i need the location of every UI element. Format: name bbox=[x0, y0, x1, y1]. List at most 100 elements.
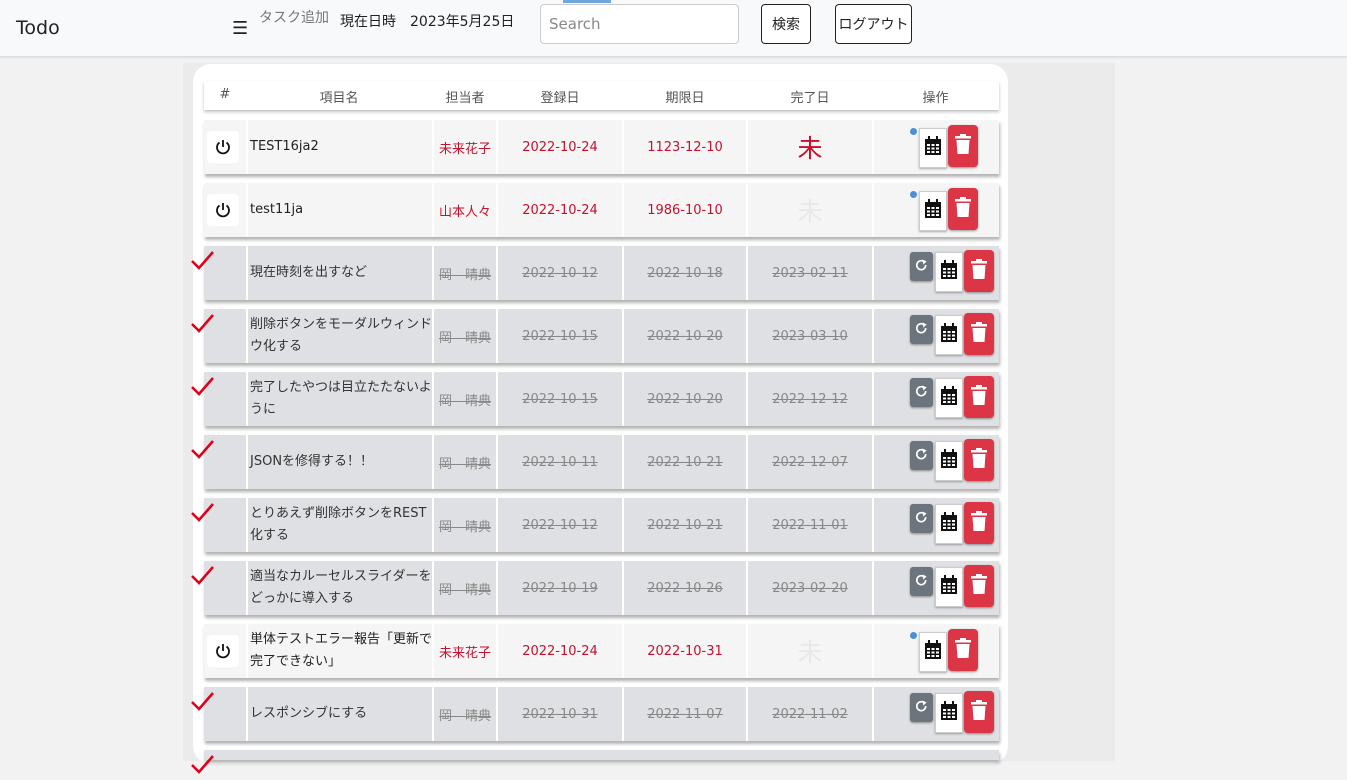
task-name[interactable]: 削除ボタンをモーダルウィンドウ化する bbox=[250, 309, 432, 363]
task-name[interactable]: 現在時刻を出すなど bbox=[250, 246, 432, 300]
calendar-button[interactable] bbox=[919, 632, 947, 672]
column-divider bbox=[246, 561, 248, 615]
column-divider bbox=[246, 120, 248, 174]
calendar-button[interactable] bbox=[935, 441, 963, 481]
calendar-icon bbox=[924, 136, 942, 160]
power-icon[interactable] bbox=[207, 194, 239, 226]
column-divider bbox=[872, 687, 874, 741]
task-name[interactable]: TEST16ja2 bbox=[250, 120, 432, 174]
calendar-button[interactable] bbox=[919, 191, 947, 231]
column-divider bbox=[246, 435, 248, 489]
delete-button[interactable] bbox=[964, 565, 994, 607]
table-row: 完了したやつは目立たたないように岡 晴典 2022-10-15 2022-10-20… bbox=[191, 372, 999, 426]
task-due-date: 2022-10-20 bbox=[647, 328, 723, 344]
table-header: # 項目名 担当者 登録日 期限日 完了日 操作 bbox=[204, 81, 999, 110]
task-registered-date: 2022-10-12 bbox=[522, 265, 598, 281]
delete-button[interactable] bbox=[948, 188, 978, 230]
checkmark-icon bbox=[190, 565, 216, 591]
task-name[interactable]: 適当なカルーセルスライダーをどっかに導入する bbox=[250, 561, 432, 615]
delete-button[interactable] bbox=[948, 629, 978, 671]
table-row: JSONを修得する！！ 岡 晴典 2022-10-11 2022-10-21 2022-… bbox=[191, 435, 999, 489]
trash-icon bbox=[955, 638, 971, 662]
table-row: 削除ボタンをモーダルウィンドウ化する岡 晴典 2022-10-15 2022-10-… bbox=[191, 309, 999, 363]
task-name[interactable]: test11ja bbox=[250, 183, 432, 237]
checkmark-icon bbox=[190, 439, 216, 465]
calendar-button[interactable] bbox=[919, 128, 947, 168]
calendar-button[interactable] bbox=[935, 378, 963, 418]
checkmark-icon bbox=[190, 502, 216, 528]
calendar-button[interactable] bbox=[935, 567, 963, 607]
task-completed-date: 2023-02-20 bbox=[772, 580, 848, 596]
task-completed-cell: 未 bbox=[748, 183, 872, 237]
column-divider bbox=[246, 624, 248, 678]
redo-button[interactable] bbox=[910, 693, 933, 722]
calendar-button[interactable] bbox=[935, 504, 963, 544]
task-completed-date: 2022-12-07 bbox=[772, 454, 848, 470]
column-divider bbox=[246, 372, 248, 426]
header-assignee: 担当者 bbox=[445, 91, 485, 106]
add-task-link[interactable]: タスク追加 bbox=[259, 7, 329, 27]
status-dot bbox=[910, 128, 917, 135]
task-completed-date: 2023-02-11 bbox=[772, 265, 848, 281]
table-row: test11ja 山本人々 2022-10-24 1986-10-10 未 bbox=[204, 183, 999, 237]
trash-icon bbox=[971, 448, 987, 472]
task-name[interactable]: とりあえず削除ボタンをREST化する bbox=[250, 498, 432, 552]
calendar-button[interactable] bbox=[935, 315, 963, 355]
logout-button[interactable]: ログアウト bbox=[835, 4, 912, 44]
redo-button[interactable] bbox=[910, 378, 933, 407]
delete-button[interactable] bbox=[964, 691, 994, 733]
header-due: 期限日 bbox=[665, 91, 705, 106]
task-due-date: 2022-10-31 bbox=[647, 643, 723, 659]
calendar-button[interactable] bbox=[935, 693, 963, 733]
task-name[interactable]: JSONを修得する！！ bbox=[250, 435, 432, 489]
task-registered-date: 2022-10-15 bbox=[522, 391, 598, 407]
delete-button[interactable] bbox=[964, 439, 994, 481]
delete-button[interactable] bbox=[948, 125, 978, 167]
task-assignee: 未来花子 bbox=[438, 141, 491, 157]
column-divider bbox=[872, 246, 874, 300]
calendar-icon bbox=[924, 199, 942, 223]
power-icon[interactable] bbox=[207, 635, 239, 667]
redo-button[interactable] bbox=[910, 252, 933, 281]
task-due-date: 2022-10-20 bbox=[647, 391, 723, 407]
redo-button[interactable] bbox=[910, 504, 933, 533]
redo-icon bbox=[915, 698, 928, 717]
task-name[interactable]: 完了したやつは目立たたないように bbox=[250, 372, 432, 426]
task-assignee: 岡 晴典 bbox=[438, 582, 491, 598]
trash-icon bbox=[971, 511, 987, 535]
task-name[interactable]: 単体テストエラー報告「更新で完了できない」 bbox=[250, 624, 432, 678]
search-input[interactable] bbox=[540, 4, 739, 44]
delete-button[interactable] bbox=[964, 502, 994, 544]
header-actions: 操作 bbox=[922, 91, 949, 106]
brand-title[interactable]: Todo bbox=[16, 17, 60, 39]
power-icon[interactable] bbox=[207, 131, 239, 163]
redo-button[interactable] bbox=[910, 567, 933, 596]
calendar-button[interactable] bbox=[935, 252, 963, 292]
task-completed-cell: 未 bbox=[748, 120, 872, 174]
task-assignee: 岡 晴典 bbox=[438, 393, 491, 409]
task-registered-date: 2022-10-24 bbox=[522, 643, 598, 659]
hamburger-icon[interactable]: ☰ bbox=[232, 18, 248, 39]
column-divider bbox=[872, 372, 874, 426]
task-name[interactable]: レスポンシブにする bbox=[250, 687, 432, 741]
delete-button[interactable] bbox=[964, 250, 994, 292]
column-divider bbox=[872, 561, 874, 615]
delete-button[interactable] bbox=[964, 313, 994, 355]
navbar: Todo ☰ タスク追加 現在日時 2023年5月25日 検索 ログアウト bbox=[0, 0, 1347, 57]
row-status-cell bbox=[204, 120, 242, 174]
trash-icon bbox=[971, 322, 987, 346]
checkmark-icon bbox=[190, 691, 216, 717]
incomplete-mark: 未 bbox=[797, 638, 823, 667]
calendar-icon bbox=[924, 640, 942, 664]
table-row: 単体テストエラー報告「更新で完了できない」 未来花子 2022-10-24 2022-… bbox=[204, 624, 999, 678]
redo-button[interactable] bbox=[910, 441, 933, 470]
redo-button[interactable] bbox=[910, 315, 933, 344]
search-button[interactable]: 検索 bbox=[761, 4, 811, 44]
task-completed-date: 2022-12-12 bbox=[772, 391, 848, 407]
header-num: # bbox=[219, 87, 231, 102]
task-registered-date: 2022-10-12 bbox=[522, 517, 598, 533]
column-divider bbox=[246, 246, 248, 300]
incomplete-mark: 未 bbox=[797, 197, 823, 226]
delete-button[interactable] bbox=[964, 376, 994, 418]
trash-icon bbox=[955, 134, 971, 158]
